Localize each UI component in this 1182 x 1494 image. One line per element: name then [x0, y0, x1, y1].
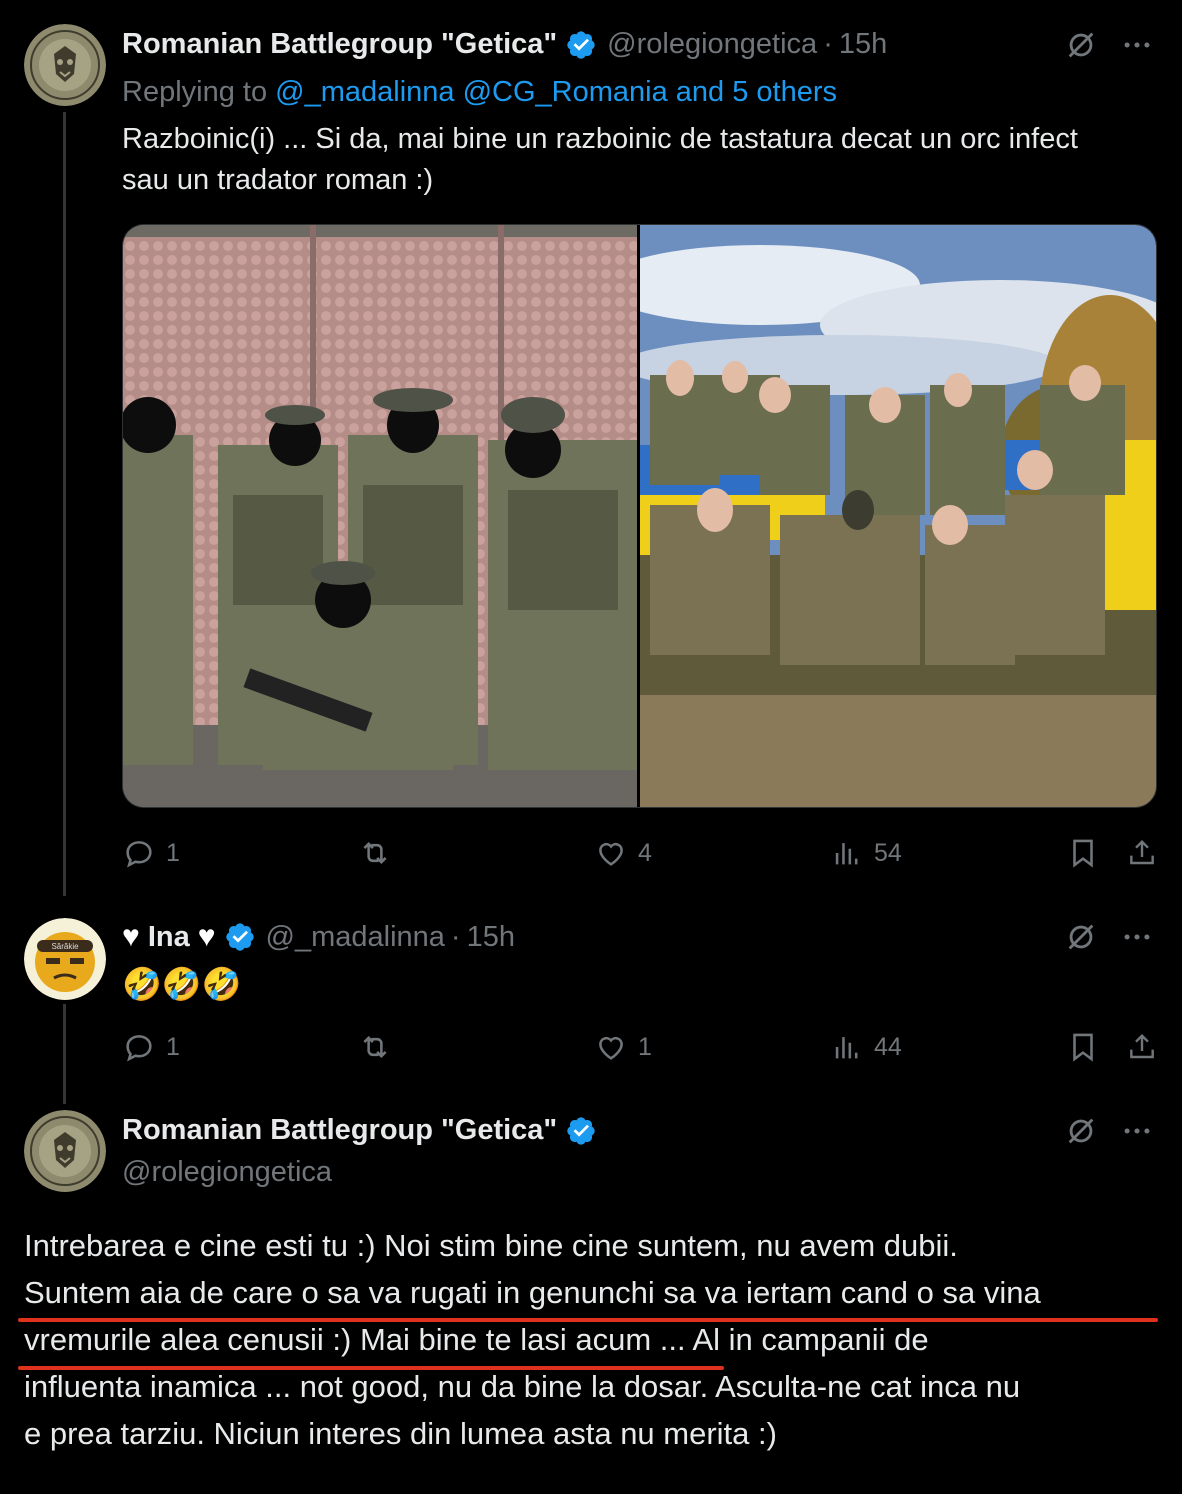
repost-button[interactable]	[358, 1030, 594, 1064]
views-count: 54	[874, 838, 902, 867]
avatar-label: Sărăkie	[51, 942, 79, 951]
photo-1[interactable]	[123, 225, 637, 807]
timestamp[interactable]: 15h	[467, 921, 515, 954]
tweet-2[interactable]: Sărăkie ♥ Ina ♥ @_madalinna · 15h 🤣🤣🤣 1	[0, 900, 1182, 1100]
views-icon	[835, 843, 858, 865]
avatar[interactable]: Sărăkie	[24, 918, 106, 1000]
like-icon	[599, 1036, 623, 1060]
reply-count: 1	[166, 1032, 180, 1061]
bookmark-button[interactable]	[1066, 1030, 1126, 1064]
red-underline-2	[18, 1366, 724, 1370]
more-icon[interactable]	[1120, 920, 1154, 954]
author-handle[interactable]: @_madalinna	[266, 921, 445, 954]
like-button[interactable]: 4	[594, 836, 830, 870]
views-icon	[835, 1037, 858, 1059]
reply-icon	[126, 1035, 152, 1062]
tweet-text: Razboinic(i) ... Si da, mai bine un razb…	[122, 123, 1078, 196]
more-icon[interactable]	[1120, 1114, 1154, 1148]
reply-icon	[126, 841, 152, 868]
repost-icon	[363, 841, 387, 865]
reply-button[interactable]: 1	[122, 836, 358, 870]
author-name[interactable]: Romanian Battlegroup "Getica"	[122, 28, 557, 61]
white-heart-icon: ♥	[122, 920, 140, 953]
bookmark-button[interactable]	[1066, 836, 1126, 870]
tweet-text: 🤣🤣🤣	[122, 966, 242, 1002]
reply-mentions-link[interactable]: @_madalinna @CG_Romania and 5 others	[275, 76, 837, 108]
reply-count: 1	[166, 838, 180, 867]
views-button[interactable]: 54	[830, 836, 1066, 870]
grok-icon[interactable]	[1064, 920, 1098, 954]
main-tweet-text: Intrebarea e cine esti tu :) Noi stim bi…	[24, 1228, 1041, 1451]
white-heart-icon: ♥	[197, 920, 216, 953]
bookmark-icon	[1073, 1033, 1093, 1062]
grok-icon[interactable]	[1064, 1114, 1098, 1148]
share-icon	[1130, 1033, 1154, 1059]
like-icon	[599, 842, 623, 866]
bookmark-icon	[1073, 839, 1093, 868]
grok-icon[interactable]	[1064, 28, 1098, 62]
like-button[interactable]: 1	[594, 1030, 830, 1064]
views-button[interactable]: 44	[830, 1030, 1066, 1064]
author-name[interactable]: Ina	[148, 921, 190, 954]
verified-badge-icon	[567, 1116, 595, 1145]
author-handle[interactable]: @rolegiongetica	[122, 1156, 332, 1189]
repost-button[interactable]	[358, 836, 594, 870]
timestamp[interactable]: 15h	[839, 28, 887, 61]
replying-to: Replying to @_madalinna @CG_Romania and …	[122, 76, 838, 108]
photo-2[interactable]	[640, 225, 1156, 807]
reply-button[interactable]: 1	[122, 1030, 358, 1064]
media-grid[interactable]	[122, 224, 1157, 808]
separator-dot: ·	[823, 28, 833, 60]
share-icon	[1130, 839, 1154, 865]
avatar[interactable]	[24, 1110, 106, 1192]
verified-badge-icon	[225, 923, 254, 951]
author-handle[interactable]: @rolegiongetica	[607, 28, 817, 61]
red-underline-1	[18, 1318, 1158, 1322]
verified-badge-icon	[567, 30, 595, 59]
repost-icon	[363, 1035, 387, 1059]
like-count: 1	[638, 1032, 652, 1061]
views-count: 44	[874, 1032, 902, 1061]
more-icon[interactable]	[1120, 28, 1154, 62]
author-name[interactable]: Romanian Battlegroup "Getica"	[122, 1114, 557, 1147]
avatar[interactable]	[24, 24, 106, 106]
like-count: 4	[638, 838, 652, 867]
separator-dot: ·	[450, 920, 461, 953]
share-button[interactable]	[1126, 836, 1158, 870]
share-button[interactable]	[1126, 1030, 1158, 1064]
tweet-1[interactable]: Romanian Battlegroup "Getica" @rolegiong…	[0, 0, 1182, 900]
